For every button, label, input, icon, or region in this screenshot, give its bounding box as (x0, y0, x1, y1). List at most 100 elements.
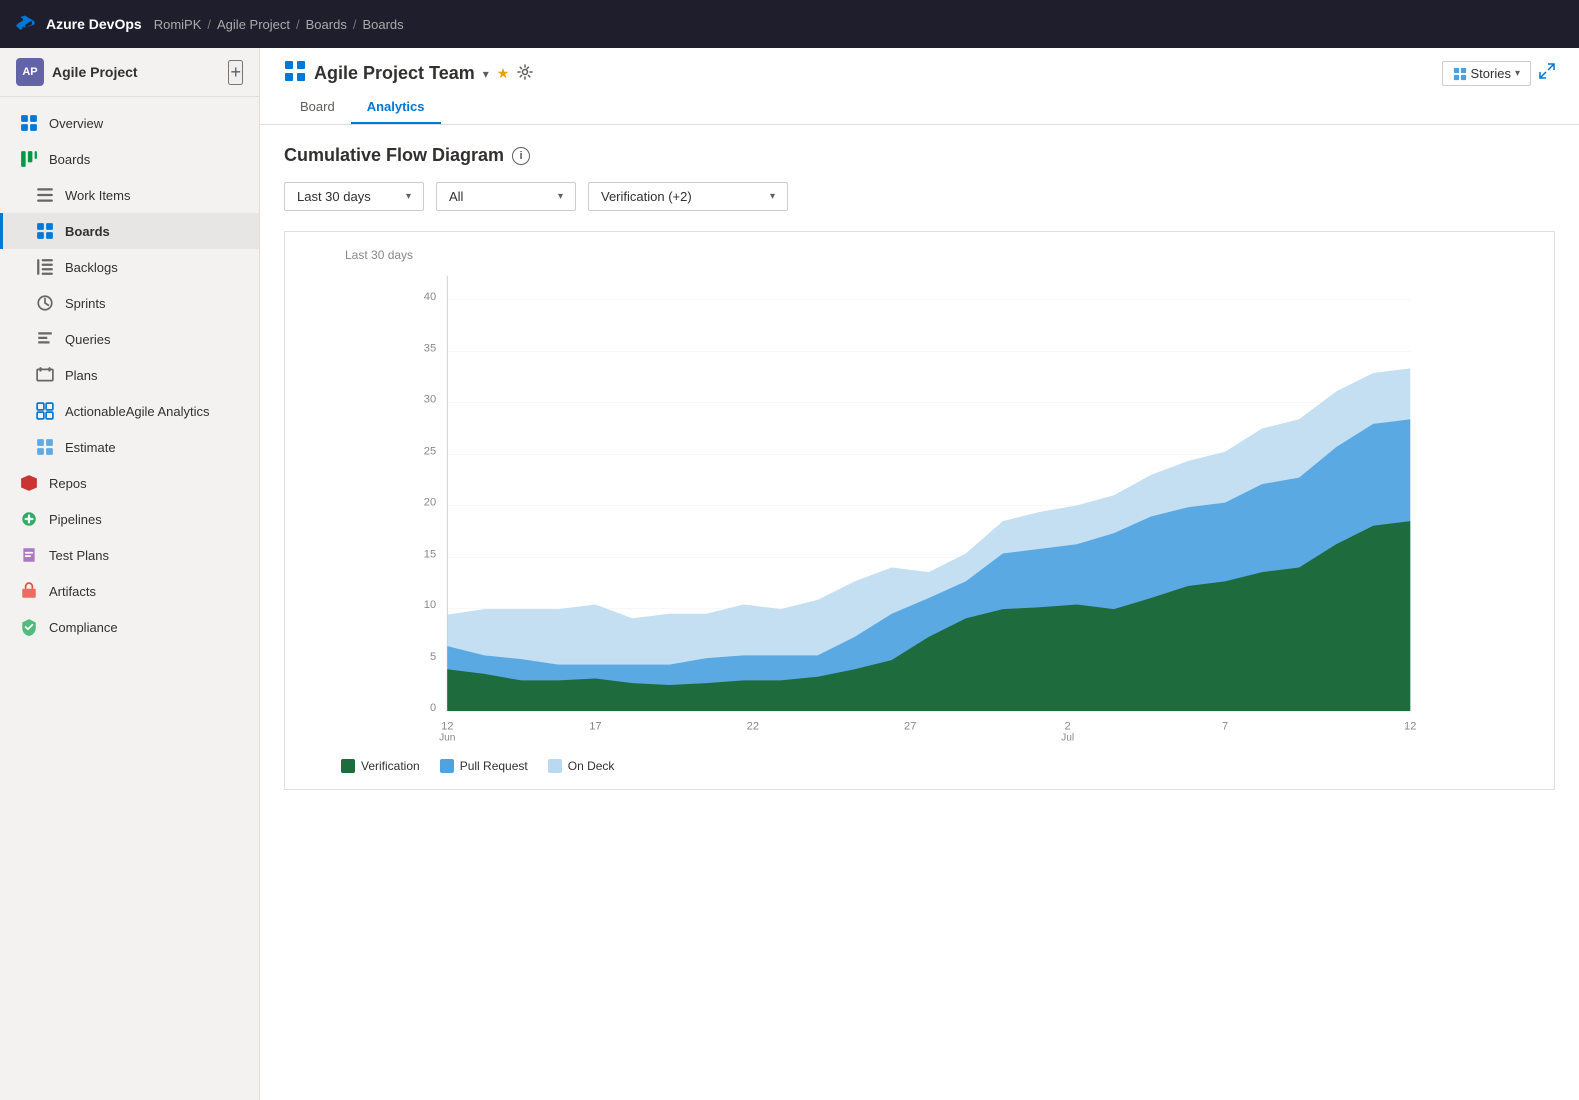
chart-legend: Verification Pull Request On Deck (301, 759, 1538, 773)
legend-pull-request: Pull Request (440, 759, 528, 773)
breadcrumb-project[interactable]: Agile Project (217, 17, 290, 32)
sidebar-label-backlogs: Backlogs (65, 260, 118, 275)
svg-text:Jul: Jul (1061, 733, 1074, 744)
sidebar-item-compliance[interactable]: Compliance (0, 609, 259, 645)
sidebar-item-work-items[interactable]: Work Items (0, 177, 259, 213)
date-range-value: Last 30 days (297, 189, 371, 204)
legend-color-verification (341, 759, 355, 773)
svg-text:12: 12 (441, 720, 453, 732)
svg-text:2: 2 (1065, 720, 1071, 732)
boards-icon (35, 221, 55, 241)
sidebar-item-artifacts[interactable]: Artifacts (0, 573, 259, 609)
legend-color-pull-request (440, 759, 454, 773)
stories-chevron: ▾ (1515, 68, 1520, 79)
sidebar-label-boards-header: Boards (49, 152, 90, 167)
sidebar-label-pipelines: Pipelines (49, 512, 102, 527)
sep3: / (353, 17, 357, 32)
sidebar-item-overview[interactable]: Overview (0, 105, 259, 141)
team-dropdown-button[interactable]: ▾ (483, 67, 489, 81)
expand-button[interactable] (1539, 63, 1555, 84)
sidebar-item-pipelines[interactable]: Pipelines (0, 501, 259, 537)
svg-text:17: 17 (589, 720, 601, 732)
backlogs-icon (35, 257, 55, 277)
svg-text:7: 7 (1222, 720, 1228, 732)
svg-text:25: 25 (424, 445, 436, 457)
svg-text:5: 5 (430, 651, 436, 663)
actionable-icon (35, 401, 55, 421)
legend-label-verification: Verification (361, 759, 420, 773)
legend-verification: Verification (341, 759, 420, 773)
info-icon[interactable]: i (512, 147, 530, 165)
stories-icon (1453, 67, 1467, 81)
sidebar-item-actionable[interactable]: ActionableAgile Analytics (0, 393, 259, 429)
svg-text:27: 27 (904, 720, 916, 732)
sidebar-item-boards-header[interactable]: Boards (0, 141, 259, 177)
boards-header-icon (19, 149, 39, 169)
test-plans-icon (19, 545, 39, 565)
sidebar-item-queries[interactable]: Queries (0, 321, 259, 357)
sidebar-label-estimate: Estimate (65, 440, 116, 455)
pipelines-icon (19, 509, 39, 529)
svg-text:15: 15 (424, 548, 436, 560)
tab-analytics-label: Analytics (367, 99, 425, 114)
filter-row: Last 30 days ▾ All ▾ Verification (+2) ▾ (284, 182, 1555, 211)
states-value: Verification (+2) (601, 189, 692, 204)
overview-icon (19, 113, 39, 133)
cumulative-flow-chart: 0 5 10 15 20 25 30 35 40 (301, 248, 1538, 748)
stories-label: Stories (1471, 66, 1511, 81)
sidebar-item-plans[interactable]: Plans (0, 357, 259, 393)
sidebar-label-sprints: Sprints (65, 296, 105, 311)
sidebar-item-boards[interactable]: Boards (0, 213, 259, 249)
sidebar-item-sprints[interactable]: Sprints (0, 285, 259, 321)
svg-text:35: 35 (424, 343, 436, 355)
svg-text:10: 10 (424, 599, 436, 611)
artifacts-icon (19, 581, 39, 601)
page-tabs: Board Analytics (284, 91, 1555, 124)
svg-text:40: 40 (424, 291, 436, 303)
team-board-icon (284, 60, 306, 87)
legend-on-deck: On Deck (548, 759, 615, 773)
plans-icon (35, 365, 55, 385)
states-filter[interactable]: Verification (+2) ▾ (588, 182, 788, 211)
sidebar-label-boards: Boards (65, 224, 110, 239)
sidebar-item-backlogs[interactable]: Backlogs (0, 249, 259, 285)
stories-selector[interactable]: Stories ▾ (1442, 61, 1532, 86)
team-settings-button[interactable] (517, 64, 533, 83)
sidebar-label-overview: Overview (49, 116, 103, 131)
logo-icon (16, 13, 38, 35)
tab-analytics[interactable]: Analytics (351, 91, 441, 124)
add-button[interactable]: + (228, 60, 243, 85)
compliance-icon (19, 617, 39, 637)
legend-label-pull-request: Pull Request (460, 759, 528, 773)
sidebar-label-artifacts: Artifacts (49, 584, 96, 599)
chart-container: Last 30 days 0 5 10 15 20 25 30 35 40 (284, 231, 1555, 790)
sidebar-label-plans: Plans (65, 368, 98, 383)
sidebar-item-test-plans[interactable]: Test Plans (0, 537, 259, 573)
date-range-chevron: ▾ (406, 191, 411, 202)
type-filter[interactable]: All ▾ (436, 182, 576, 211)
sidebar-item-estimate[interactable]: Estimate (0, 429, 259, 465)
chart-period: Last 30 days (345, 248, 413, 262)
breadcrumb-romi[interactable]: RomiPK (154, 17, 202, 32)
tab-board-label: Board (300, 99, 335, 114)
breadcrumb-boards2[interactable]: Boards (362, 17, 403, 32)
svg-text:12: 12 (1404, 720, 1416, 732)
sep1: / (207, 17, 211, 32)
sidebar-label-queries: Queries (65, 332, 111, 347)
svg-text:30: 30 (424, 394, 436, 406)
favorite-button[interactable]: ★ (497, 65, 510, 82)
project-name: Agile Project (52, 64, 138, 80)
type-value: All (449, 189, 463, 204)
svg-text:20: 20 (424, 496, 436, 508)
app-name: Azure DevOps (46, 16, 142, 32)
breadcrumb: RomiPK / Agile Project / Boards / Boards (154, 17, 404, 32)
date-range-filter[interactable]: Last 30 days ▾ (284, 182, 424, 211)
azure-devops-logo: Azure DevOps (16, 13, 142, 35)
sidebar-item-repos[interactable]: Repos (0, 465, 259, 501)
estimate-icon (35, 437, 55, 457)
sprints-icon (35, 293, 55, 313)
repos-icon (19, 473, 39, 493)
states-chevron: ▾ (770, 191, 775, 202)
breadcrumb-boards1[interactable]: Boards (306, 17, 347, 32)
tab-board[interactable]: Board (284, 91, 351, 124)
